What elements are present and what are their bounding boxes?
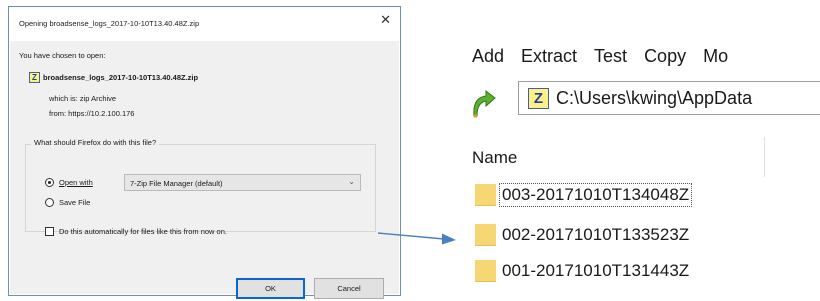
folder-icon [475,224,496,246]
extract-button[interactable]: Extract [521,46,577,66]
go-up-icon[interactable] [471,90,497,118]
cancel-button[interactable]: Cancel [314,278,384,299]
close-icon[interactable]: ✕ [380,12,391,28]
zip-file-manager: Add Extract Test Copy Mo Z C:\Users\kwing\Ap… [468,28,820,301]
list-item[interactable]: 003-20171010T134048Z [475,183,693,207]
open-with-select[interactable]: 7-Zip File Manager (default) ⌄ [124,174,361,191]
chosen-label: You have chosen to open: [19,51,106,60]
file-source: from: https://10.2.100.176 [49,109,135,118]
add-button[interactable]: Add [472,46,504,66]
download-dialog: Opening broadsense_logs_2017-10-10T13.40… [8,6,401,299]
action-question: What should Firefox do with this file? [31,138,160,147]
dialog-title: Opening broadsense_logs_2017-10-10T13.40… [19,19,200,28]
list-item-name: 002-20171010T133523Z [502,225,690,244]
open-with-value: 7-Zip File Manager (default) [130,179,223,188]
address-path: C:\Users\kwing\AppData [556,87,753,108]
zip-archive-icon: Z [528,87,549,109]
auto-label[interactable]: Do this automatically for files like thi… [59,227,227,236]
zip-file-icon: Z [29,72,40,83]
save-file-label[interactable]: Save File [59,198,90,207]
dialog-body: You have chosen to open: Z broadsense_lo… [10,41,399,299]
test-button[interactable]: Test [594,46,627,66]
folder-icon [475,260,496,282]
move-button[interactable]: Mo [703,46,728,66]
list-item[interactable]: 001-20171010T131443Z [475,260,691,282]
list-item[interactable]: 002-20171010T133523Z [475,224,691,246]
list-item-name: 001-20171010T131443Z [502,261,690,280]
open-with-text: Open with [59,178,93,187]
address-bar[interactable]: Z C:\Users\kwing\AppData [518,81,820,115]
arrow-right-icon [377,232,456,245]
toolbar: Add Extract Test Copy Mo [472,46,745,67]
auto-checkbox[interactable] [45,227,54,236]
file-type: which is: zip Archive [49,94,117,103]
list-item-name: 003-20171010T134048Z [498,183,693,207]
column-header-name[interactable]: Name [472,148,517,168]
open-with-radio[interactable] [45,178,54,187]
chevron-down-icon: ⌄ [348,177,355,186]
file-name: broadsense_logs_2017-10-10T13.40.48Z.zip [43,73,199,82]
column-divider[interactable] [764,137,765,177]
ok-button[interactable]: OK [236,278,305,299]
save-file-radio[interactable] [45,198,54,207]
open-with-label[interactable]: Open with [59,178,93,187]
copy-button[interactable]: Copy [644,46,686,66]
folder-icon [475,184,496,206]
file-row: Z broadsense_logs_2017-10-10T13.40.48Z.z… [29,72,198,83]
